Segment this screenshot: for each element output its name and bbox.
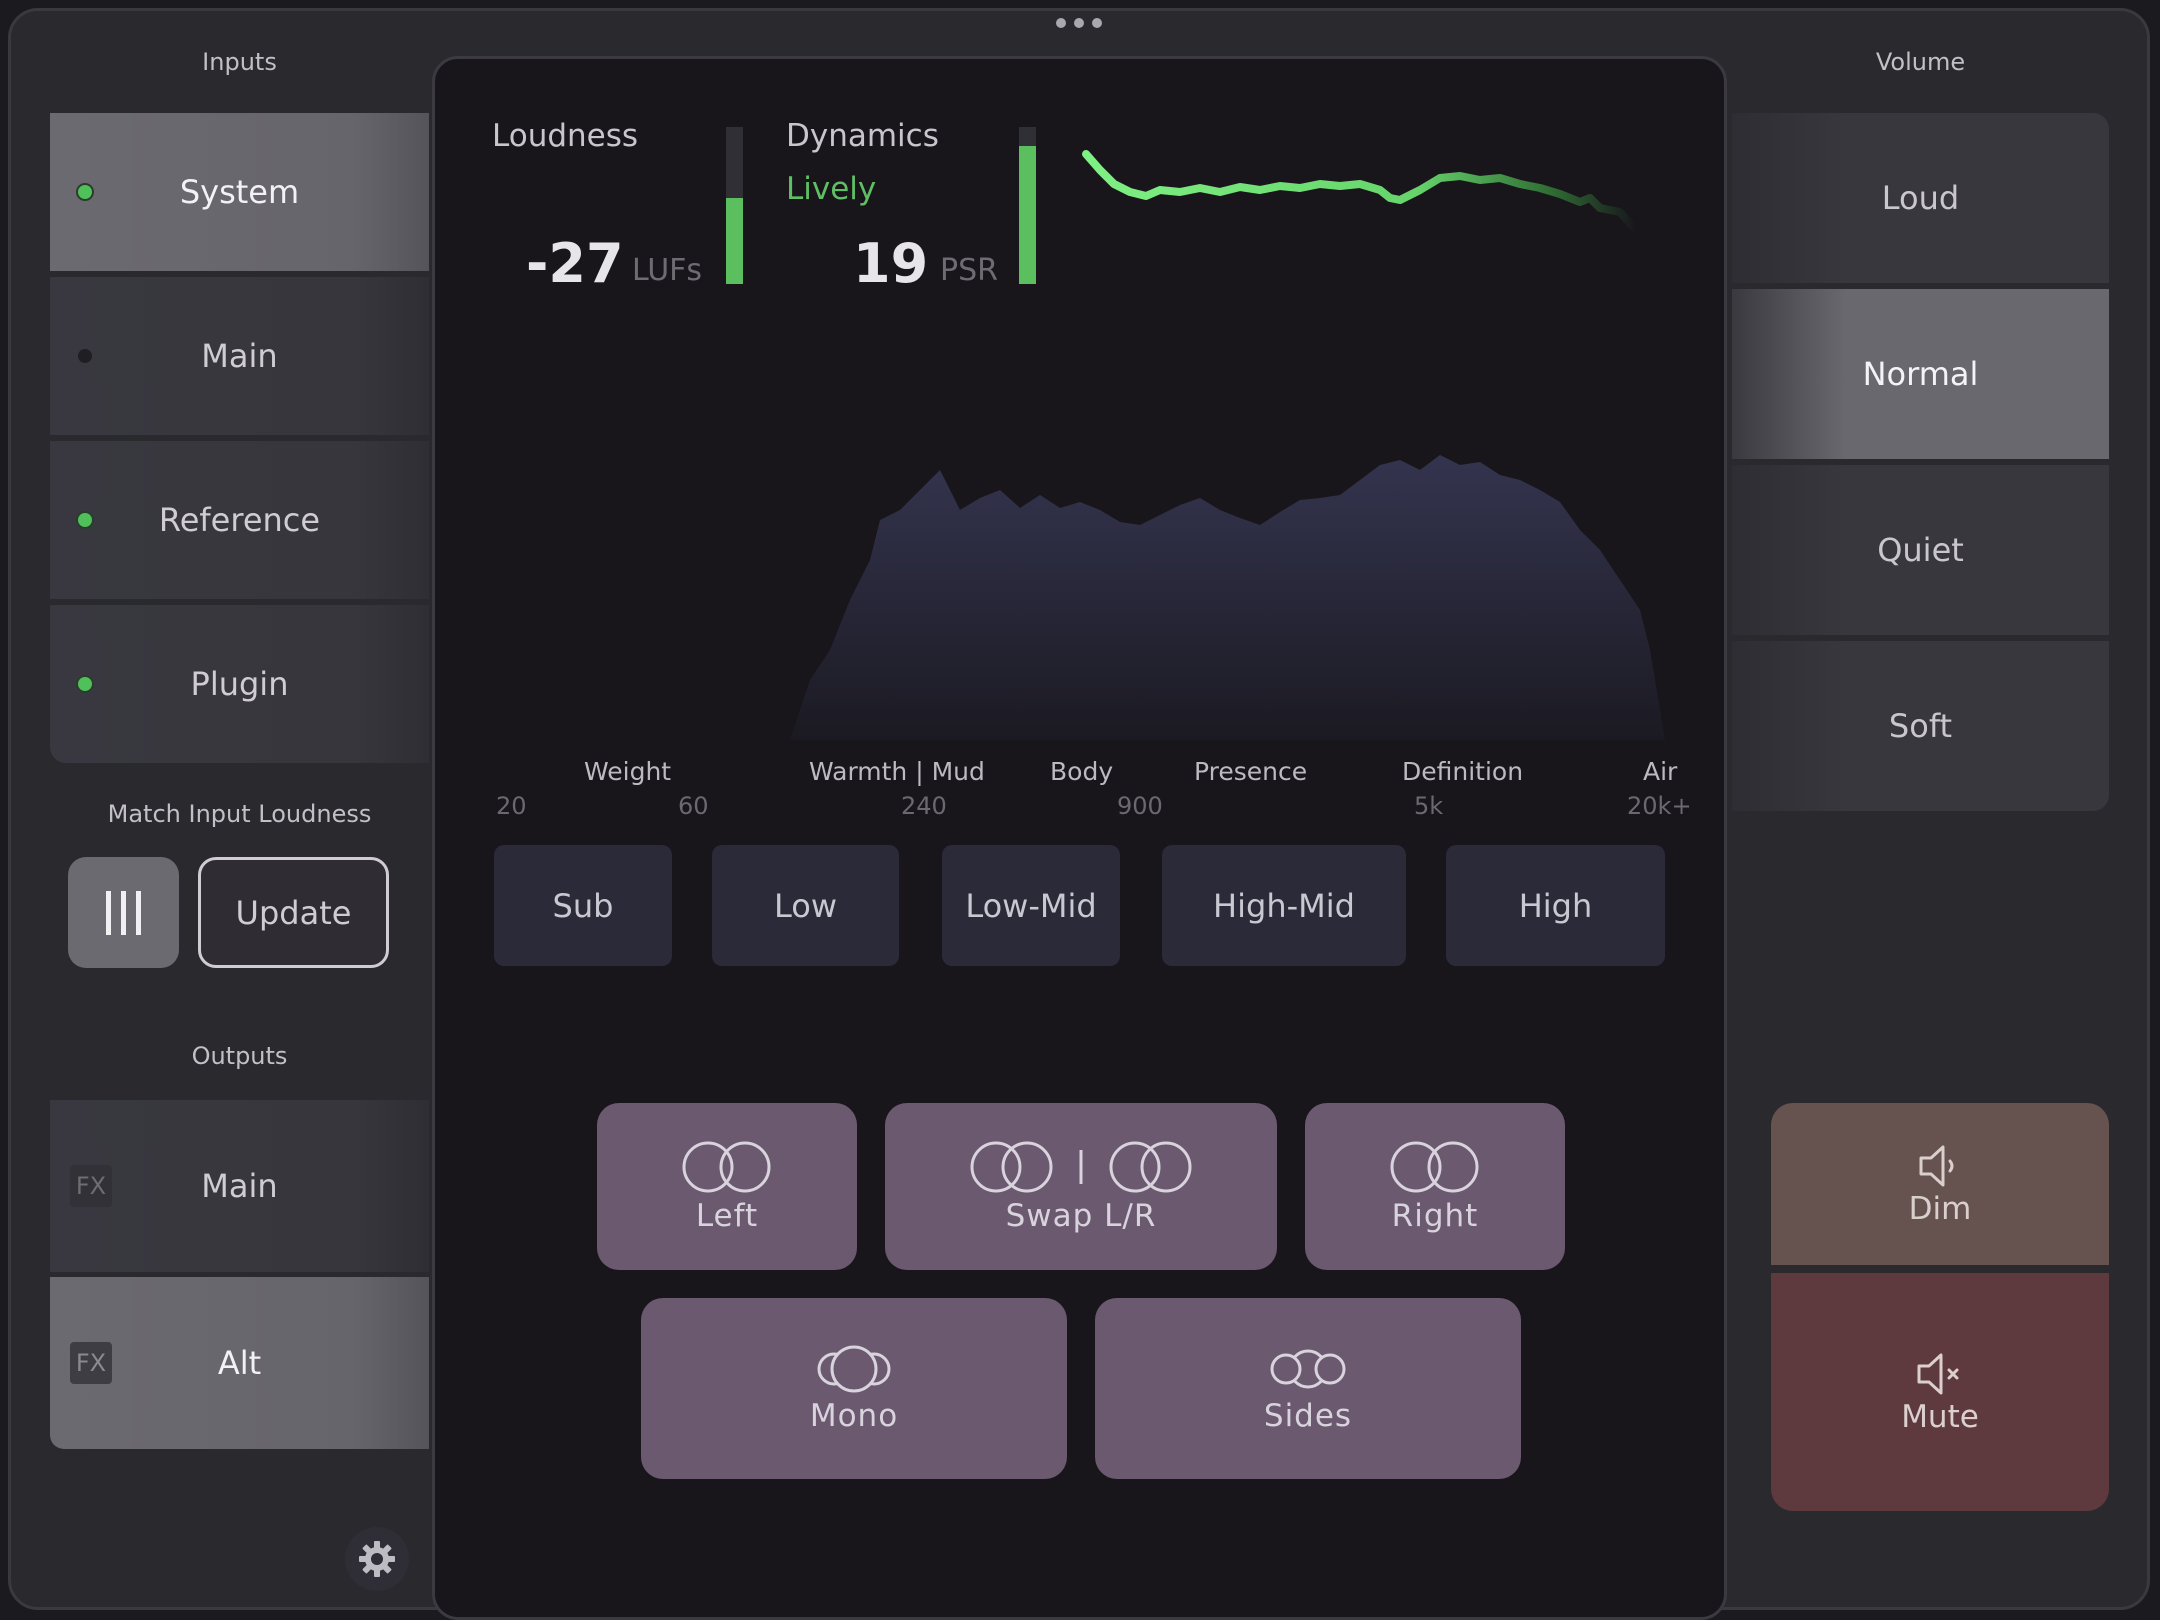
active-indicator bbox=[78, 677, 92, 691]
speaker-dim-icon bbox=[1919, 1145, 1954, 1187]
sides-label: Sides bbox=[1263, 1397, 1353, 1434]
active-indicator bbox=[78, 513, 92, 527]
freq-label: 20k+ bbox=[1627, 792, 1692, 820]
more-options-icon[interactable] bbox=[1056, 18, 1102, 30]
band-sub-button[interactable]: Sub bbox=[494, 845, 672, 966]
input-label: Plugin bbox=[190, 665, 289, 703]
loudness-value: -27 bbox=[526, 232, 624, 295]
dynamics-value: 19 bbox=[853, 232, 929, 295]
settings-button[interactable] bbox=[345, 1527, 409, 1591]
band-high-mid-button[interactable]: High-Mid bbox=[1162, 845, 1406, 966]
freq-label: 900 bbox=[1117, 792, 1163, 820]
band-low-button[interactable]: Low bbox=[712, 845, 899, 966]
frequency-spectrum bbox=[790, 455, 1665, 740]
freq-label: 240 bbox=[901, 792, 947, 820]
swap-lr-label: Swap L/R bbox=[1005, 1197, 1157, 1234]
left-channel-button[interactable]: Left bbox=[597, 1103, 857, 1270]
left-channel-icon bbox=[682, 1141, 771, 1192]
right-channel-button[interactable]: Right bbox=[1305, 1103, 1565, 1270]
input-label: Main bbox=[201, 337, 278, 375]
sides-button[interactable]: Sides bbox=[1095, 1298, 1521, 1479]
mute-label: Mute bbox=[1901, 1399, 1979, 1435]
inputs-title: Inputs bbox=[202, 48, 277, 76]
loudness-label: Loudness bbox=[492, 118, 639, 154]
dynamics-label: Dynamics bbox=[786, 118, 939, 154]
band-name-warmth-mud: Warmth | Mud bbox=[809, 757, 985, 786]
dynamics-unit: PSR bbox=[940, 253, 998, 288]
dim-button[interactable]: Dim bbox=[1771, 1103, 2109, 1265]
center-panel bbox=[432, 56, 1727, 1620]
swap-channels-icon bbox=[970, 1141, 1192, 1192]
input-reference-button[interactable]: Reference bbox=[50, 441, 429, 599]
loudness-meter-toggle[interactable] bbox=[68, 857, 179, 968]
mono-label: Mono bbox=[809, 1397, 899, 1434]
volume-title: Volume bbox=[1875, 48, 1966, 76]
update-button[interactable]: Update bbox=[198, 857, 389, 968]
band-name-body: Body bbox=[1050, 757, 1114, 786]
freq-label: 5k bbox=[1414, 792, 1444, 820]
speaker-mute-icon bbox=[1917, 1353, 1959, 1395]
volume-quiet-button[interactable]: Quiet bbox=[1732, 465, 2109, 635]
band-name-definition: Definition bbox=[1402, 757, 1524, 786]
gear-icon bbox=[359, 1541, 395, 1577]
input-system-button[interactable]: System bbox=[50, 113, 429, 271]
active-indicator bbox=[78, 185, 92, 199]
input-plugin-button[interactable]: Plugin bbox=[50, 605, 429, 763]
right-channel-icon bbox=[1390, 1141, 1479, 1192]
loudness-level-bar bbox=[726, 127, 743, 284]
output-label: Alt bbox=[217, 1344, 262, 1382]
output-label: Main bbox=[201, 1167, 278, 1205]
freq-label: 60 bbox=[678, 792, 709, 820]
right-channel-label: Right bbox=[1391, 1197, 1479, 1234]
meter-bars-icon bbox=[105, 890, 141, 935]
dim-label: Dim bbox=[1908, 1191, 1972, 1227]
input-label: System bbox=[179, 173, 300, 211]
band-name-weight: Weight bbox=[584, 757, 672, 786]
loudness-unit: LUFs bbox=[632, 253, 703, 288]
swap-lr-button[interactable]: Swap L/R bbox=[885, 1103, 1277, 1270]
sides-icon bbox=[1270, 1349, 1346, 1388]
dynamics-history-graph bbox=[1082, 150, 1640, 234]
band-low-mid-button[interactable]: Low-Mid bbox=[942, 845, 1120, 966]
volume-normal-button[interactable]: Normal bbox=[1732, 289, 2109, 459]
volume-soft-button[interactable]: Soft bbox=[1732, 641, 2109, 811]
dynamics-level-bar bbox=[1019, 127, 1036, 284]
inactive-indicator bbox=[78, 349, 92, 363]
volume-loud-button[interactable]: Loud bbox=[1732, 113, 2109, 283]
output-main-button[interactable]: FX Main bbox=[50, 1100, 429, 1272]
fx-badge: FX bbox=[70, 1342, 112, 1384]
output-alt-button[interactable]: FX Alt bbox=[50, 1277, 429, 1449]
left-channel-label: Left bbox=[695, 1197, 759, 1234]
band-name-presence: Presence bbox=[1194, 757, 1308, 786]
outputs-title: Outputs bbox=[191, 1042, 288, 1070]
mono-button[interactable]: Mono bbox=[641, 1298, 1067, 1479]
match-loudness-title: Match Input Loudness bbox=[107, 800, 372, 828]
freq-label: 20 bbox=[496, 792, 527, 820]
dynamics-state: Lively bbox=[786, 171, 877, 207]
mute-button[interactable]: Mute bbox=[1771, 1273, 2109, 1511]
input-main-button[interactable]: Main bbox=[50, 277, 429, 435]
input-label: Reference bbox=[158, 501, 321, 539]
mono-icon bbox=[817, 1345, 891, 1392]
fx-badge: FX bbox=[70, 1165, 112, 1207]
band-name-air: Air bbox=[1643, 757, 1678, 786]
band-high-button[interactable]: High bbox=[1446, 845, 1665, 966]
